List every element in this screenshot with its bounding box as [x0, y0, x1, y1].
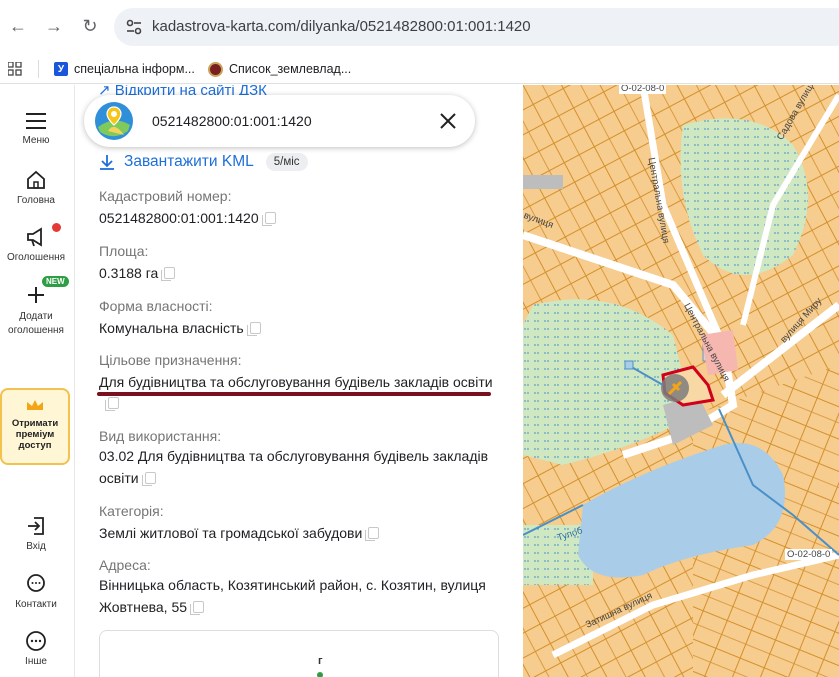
area-value: 0.3188 га [99, 262, 176, 284]
copy-icon[interactable] [105, 397, 119, 411]
field-text: Для будівництва та обслуговування будіве… [99, 374, 493, 390]
browser-toolbar: ← → ↻ kadastrova-karta.com/dilyanka/0521… [0, 0, 839, 54]
more-icon [26, 631, 46, 651]
copy-icon[interactable] [365, 527, 380, 541]
apps-grid-icon[interactable] [8, 62, 22, 76]
crown-icon [27, 400, 43, 410]
copy-icon[interactable] [190, 601, 205, 615]
address-value: Вінницька область, Козятинський район, с… [99, 574, 509, 618]
bookmark-label: Список_землевлад... [229, 62, 352, 76]
rail-add-ad-label: Додати оголошення [8, 311, 64, 336]
bookmarks-separator [38, 60, 39, 78]
home-icon [27, 170, 45, 189]
back-icon[interactable]: ← [6, 14, 30, 38]
parcel-info-panel: ↗ Відкрити на сайті ДЗК 0521482800:01:00… [76, 85, 523, 677]
left-rail: Меню Головна Оголошення NEW Додати оголо… [0, 85, 75, 677]
bookmark-favicon-icon: У [54, 62, 68, 76]
usage-type-value: 03.02 Для будівництва та обслуговування … [99, 445, 509, 489]
building [523, 175, 563, 189]
rail-menu-label: Меню [22, 135, 50, 146]
category-label: Категорія: [99, 503, 164, 519]
copy-icon[interactable] [261, 212, 276, 226]
copy-icon[interactable] [161, 267, 176, 281]
field-text: 0.3188 га [99, 265, 159, 281]
bookmarks-bar: У спеціальна інформ... Список_землевлад.… [0, 54, 839, 84]
url-text: kadastrova-karta.com/dilyanka/0521482800… [152, 18, 531, 35]
rail-contacts-label: Контакти [15, 599, 57, 610]
bookmark-label: спеціальна інформ... [74, 62, 195, 76]
field-text: Землі житлової та громадської забудови [99, 525, 363, 541]
bookmark-item[interactable]: Список_землевлад... [208, 58, 351, 80]
premium-button[interactable]: Отримати преміум доступ [0, 388, 70, 465]
new-badge: NEW [42, 276, 69, 287]
kml-price-badge: 5/міс [265, 153, 308, 171]
minimap-label: г [318, 655, 323, 667]
ownership-label: Форма власності: [99, 298, 213, 314]
minimap-marker [317, 672, 323, 677]
kadastr-logo-icon [95, 102, 133, 140]
rail-ads[interactable]: Оголошення [0, 223, 72, 263]
login-icon [28, 517, 44, 535]
area-label: Площа: [99, 243, 149, 259]
rail-login[interactable]: Вхід [0, 515, 72, 552]
plus-icon [28, 287, 44, 303]
site-settings-icon[interactable] [124, 17, 144, 37]
notification-dot [52, 223, 61, 232]
category-value: Землі житлової та громадської забудови [99, 522, 380, 544]
address-bar[interactable]: kadastrova-karta.com/dilyanka/0521482800… [114, 8, 839, 46]
field-text: Комунальна власність [99, 320, 244, 336]
chat-icon [27, 574, 45, 592]
field-text: 0521482800:01:001:1420 [99, 210, 259, 226]
search-input[interactable]: 0521482800:01:001:1420 [152, 113, 312, 129]
rail-contacts[interactable]: Контакти [0, 573, 72, 610]
cadastral-map[interactable]: Центральна вулиця Центральна вулиця вули… [523, 85, 839, 677]
minimap-box[interactable]: г [99, 630, 499, 677]
copy-icon[interactable] [141, 472, 156, 486]
rail-other-label: Інше [25, 656, 47, 667]
hamburger-icon [26, 113, 46, 129]
zone-code-label: О-02-08-0 [785, 549, 833, 560]
rail-home-label: Головна [17, 195, 55, 206]
download-kml-button[interactable]: Завантажити KML 5/міс [98, 151, 308, 173]
rail-login-label: Вхід [26, 541, 46, 552]
premium-label: Отримати преміум доступ [11, 418, 59, 451]
rail-menu[interactable]: Меню [0, 111, 72, 146]
cadastral-number-label: Кадастровий номер: [99, 188, 232, 204]
purpose-highlight-underline [97, 392, 491, 396]
kml-label: Завантажити KML [124, 153, 254, 170]
address-label: Адреса: [99, 557, 151, 573]
field-text: 03.02 Для будівництва та обслуговування … [99, 448, 489, 486]
reload-icon[interactable]: ↻ [78, 14, 102, 38]
bookmark-item[interactable]: У спеціальна інформ... [54, 58, 195, 80]
usage-type-label: Вид використання: [99, 428, 222, 444]
map-canvas[interactable] [523, 85, 839, 677]
megaphone-icon [27, 227, 42, 247]
purpose-label: Цільове призначення: [99, 352, 242, 368]
forward-icon[interactable]: → [42, 14, 66, 38]
purpose-value: Для будівництва та обслуговування будіве… [99, 371, 509, 393]
rail-ads-label: Оголошення [6, 252, 66, 263]
rail-home[interactable]: Головна [0, 169, 72, 206]
rail-other[interactable]: Інше [0, 630, 72, 667]
zone-code-label: О-02-08-0 [619, 85, 667, 94]
pond [624, 360, 634, 370]
download-icon [100, 155, 114, 170]
bookmark-favicon-icon [208, 61, 223, 77]
close-icon[interactable] [436, 109, 460, 133]
ownership-value: Комунальна власність [99, 317, 261, 339]
field-text: Вінницька область, Козятинський район, с… [99, 577, 486, 615]
copy-icon[interactable] [246, 322, 261, 336]
search-card[interactable]: 0521482800:01:001:1420 [84, 95, 475, 147]
rail-add-ad[interactable]: NEW Додати оголошення [0, 276, 72, 338]
cadastral-number-value: 0521482800:01:001:1420 [99, 207, 276, 229]
